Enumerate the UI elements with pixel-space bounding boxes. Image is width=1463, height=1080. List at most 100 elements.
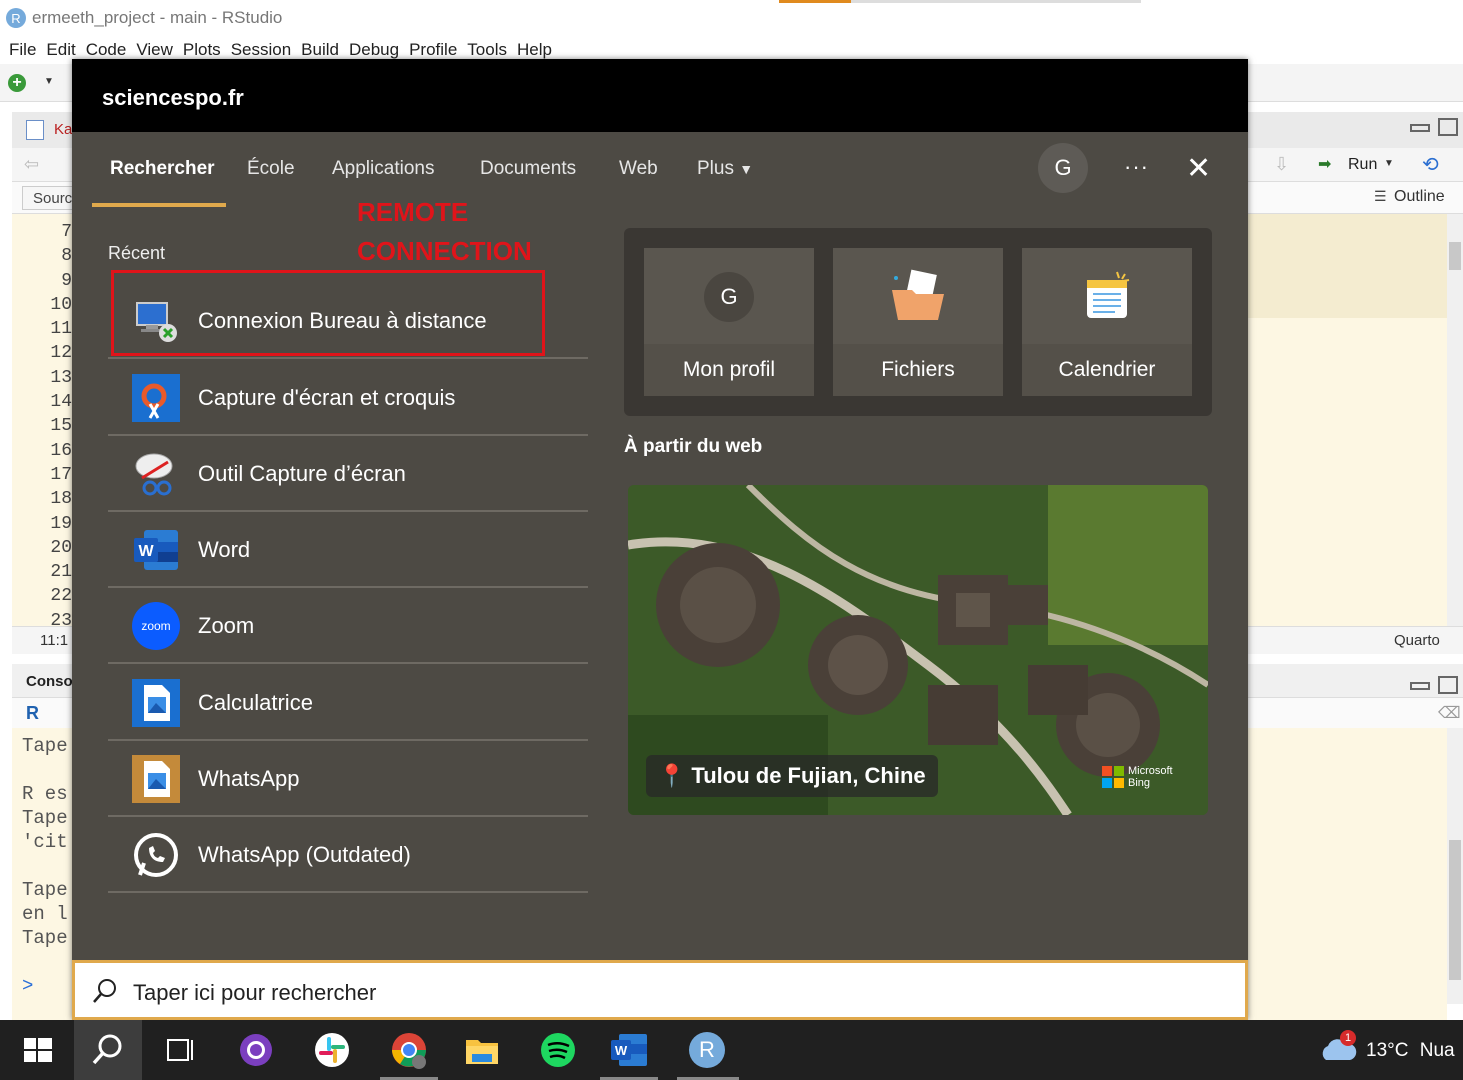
menu-build[interactable]: Build [301,40,339,60]
line-number: 15 [50,416,72,437]
new-file-icon[interactable]: + [8,74,26,92]
files-icon [892,269,944,320]
menu-profile[interactable]: Profile [409,40,457,60]
app-whatsapp[interactable]: WhatsApp [108,741,588,817]
menu-code[interactable]: Code [86,40,127,60]
r-console-icon: R [26,703,39,723]
clear-console-icon[interactable]: ⌫ [1438,703,1461,723]
slack-icon[interactable] [312,1030,352,1070]
github-desktop-icon[interactable] [236,1030,276,1070]
web-section-heading: À partir du web [624,436,763,457]
tab-applications[interactable]: Applications [332,158,434,180]
editor-tab-label[interactable]: Ka [54,121,72,138]
caption-text: Tulou de Fujian, Chine [691,763,926,788]
console-scrollbar[interactable] [1447,728,1463,1004]
windows-start-icon[interactable] [18,1030,58,1070]
quick-link-top [833,248,1003,344]
search-input[interactable]: Taper ici pour rechercher [133,980,376,1006]
console-tab[interactable]: Conso [26,673,73,690]
rstudio-titlebar: R ermeeth_project - main - RStudio [0,0,1463,36]
bing-text-line: Bing [1128,777,1151,789]
app-whatsapp-outdated[interactable]: WhatsApp (Outdated) [108,817,588,893]
line-number: 9 [61,270,72,291]
quick-links-panel: G Mon profil Fichiers Calendrier [624,228,1212,416]
annotation-line: REMOTE [357,197,469,227]
menu-debug[interactable]: Debug [349,40,399,60]
web-featured-image[interactable]: 📍 Tulou de Fujian, Chine Microsoft Bing [628,485,1208,815]
more-options-icon[interactable]: ··· [1124,154,1149,180]
line-number: 7 [61,222,72,242]
down-arrow-icon[interactable]: ⇩ [1274,154,1289,175]
quick-link-calendar[interactable]: Calendrier [1022,248,1192,396]
rerun-icon[interactable]: ⟲ [1422,152,1439,177]
tab-plus[interactable]: Plus ▼ [697,158,753,180]
run-dropdown-icon[interactable]: ▼ [1384,158,1394,169]
scroll-thumb[interactable] [1449,242,1461,270]
app-snipping-tool[interactable]: Outil Capture d’écran [108,436,588,512]
editor-scrollbar[interactable] [1447,214,1463,626]
run-button[interactable]: Run [1348,156,1377,174]
app-calculatrice[interactable]: Calculatrice [108,665,588,741]
maximize-pane-icon[interactable] [1438,118,1458,136]
calendar-icon [1087,271,1130,318]
app-word[interactable]: W Word [108,512,588,588]
close-icon[interactable]: ✕ [1186,154,1211,184]
quick-link-profile[interactable]: G Mon profil [644,248,814,396]
outline-button[interactable]: Outline [1394,188,1445,206]
console-maximize-icon[interactable] [1438,676,1458,694]
quick-link-label: Fichiers [881,358,955,381]
spotify-icon[interactable] [538,1030,578,1070]
snip-sketch-icon [132,374,180,422]
menu-plots[interactable]: Plots [183,40,221,60]
language-selector[interactable]: Quarto [1394,632,1440,649]
minimize-pane-icon[interactable] [1410,124,1430,132]
console-prompt[interactable]: > [22,974,33,998]
line-number: 13 [50,367,72,388]
weather-widget[interactable]: 1 [1318,1030,1358,1069]
quick-link-files[interactable]: Fichiers [833,248,1003,396]
weather-temperature[interactable]: 13°C Nua [1366,1040,1455,1062]
line-number: 8 [61,246,72,267]
taskbar-word-active[interactable]: W [600,1020,658,1080]
search-bar[interactable]: Taper ici pour rechercher [72,960,1248,1020]
web-image-caption[interactable]: 📍 Tulou de Fujian, Chine [646,755,938,797]
quick-link-label: Mon profil [682,358,776,381]
zoom-icon: zoom [132,602,180,650]
tab-rechercher[interactable]: Rechercher [110,158,215,180]
notification-badge: 1 [1340,1030,1356,1046]
console-scroll-thumb[interactable] [1449,840,1461,980]
app-zoom[interactable]: zoom Zoom [108,588,588,664]
back-arrow-icon[interactable]: ⇦ [24,154,39,175]
tab-web[interactable]: Web [619,158,658,180]
menu-help[interactable]: Help [517,40,552,60]
tab-ecole[interactable]: École [247,158,295,180]
file-explorer-icon[interactable] [462,1030,502,1070]
word-icon: W [611,1034,647,1066]
rstudio-icon: R [689,1032,725,1068]
title-accent [779,0,851,3]
menu-view[interactable]: View [136,40,173,60]
whatsapp-icon [132,755,180,803]
bing-text-line: Microsoft [1128,765,1173,777]
menu-tools[interactable]: Tools [467,40,507,60]
console-minimize-icon[interactable] [1410,682,1430,690]
taskbar-chrome-active[interactable] [380,1020,438,1080]
chevron-down-icon: ▼ [739,161,754,177]
line-number: 12 [50,343,72,364]
app-snip-sketch[interactable]: Capture d'écran et croquis [108,360,588,436]
run-icon[interactable]: ➡ [1318,154,1331,174]
tab-documents[interactable]: Documents [480,158,576,180]
taskbar-search-button[interactable] [74,1020,142,1080]
outline-icon[interactable]: ☰ [1374,188,1387,205]
taskbar-rstudio-active[interactable]: R [677,1020,739,1080]
menu-file[interactable]: File [9,40,36,60]
line-number: 14 [50,392,72,413]
weather-condition: Nua [1419,1040,1455,1061]
account-avatar[interactable]: G [1038,143,1088,193]
rstudio-logo-icon: R [6,8,26,28]
quick-link-top [1022,248,1192,344]
task-view-icon[interactable] [160,1030,200,1070]
menu-session[interactable]: Session [231,40,291,60]
menu-edit[interactable]: Edit [46,40,75,60]
chevron-down-icon[interactable]: ▼ [44,76,54,87]
